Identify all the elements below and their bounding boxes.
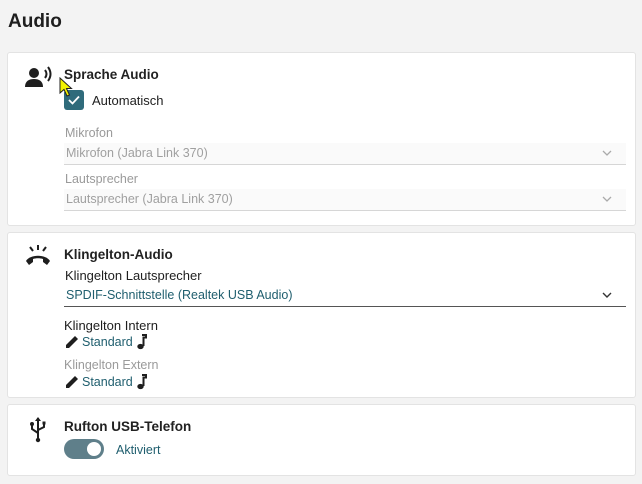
ringtone-external-row[interactable]: Standard: [64, 374, 148, 390]
speaker-select[interactable]: Lautsprecher (Jabra Link 370): [64, 189, 626, 211]
usb-phone-toggle-label: Aktiviert: [116, 443, 161, 457]
pencil-icon[interactable]: [64, 374, 80, 390]
person-speaking-icon: [25, 66, 52, 87]
speaker-value: Lautsprecher (Jabra Link 370): [66, 192, 233, 206]
ringtone-speaker-label: Klingelton Lautsprecher: [65, 268, 202, 283]
speaker-label: Lautsprecher: [65, 172, 138, 186]
ringtone-internal-value[interactable]: Standard: [82, 335, 133, 349]
chevron-down-icon: [602, 150, 612, 156]
ringtone-external-label: Klingelton Extern: [64, 358, 159, 372]
usb-phone-card: Rufton USB-Telefon Aktiviert: [7, 404, 636, 476]
ringtone-internal-label: Klingelton Intern: [64, 318, 158, 333]
music-note-icon: [137, 334, 147, 350]
usb-icon: [30, 417, 46, 443]
usb-phone-title: Rufton USB-Telefon: [64, 419, 192, 434]
ringing-phone-icon: [26, 245, 50, 265]
ringtone-audio-card: Klingelton-Audio Klingelton Lautsprecher…: [7, 232, 636, 398]
speech-audio-card: Sprache Audio Automatisch Mikrofon Mikro…: [7, 52, 636, 226]
pencil-icon[interactable]: [64, 334, 80, 350]
toggle-knob: [87, 442, 101, 456]
chevron-down-icon: [602, 196, 612, 202]
ringtone-speaker-select[interactable]: SPDIF-Schnittstelle (Realtek USB Audio): [64, 285, 626, 307]
automatic-label: Automatisch: [92, 93, 164, 108]
ringtone-internal-row[interactable]: Standard: [64, 334, 148, 350]
ringtone-audio-title: Klingelton-Audio: [64, 247, 173, 262]
mouse-cursor-icon: [59, 77, 73, 97]
speech-audio-title: Sprache Audio: [64, 67, 159, 82]
usb-phone-toggle[interactable]: [64, 439, 104, 459]
ringtone-external-value[interactable]: Standard: [82, 375, 133, 389]
ringtone-speaker-value: SPDIF-Schnittstelle (Realtek USB Audio): [66, 288, 293, 302]
music-note-icon: [137, 374, 147, 390]
page-title: Audio: [8, 11, 62, 32]
chevron-down-icon: [602, 292, 612, 298]
microphone-select[interactable]: Mikrofon (Jabra Link 370): [64, 143, 626, 165]
microphone-value: Mikrofon (Jabra Link 370): [66, 146, 208, 160]
microphone-label: Mikrofon: [65, 126, 113, 140]
